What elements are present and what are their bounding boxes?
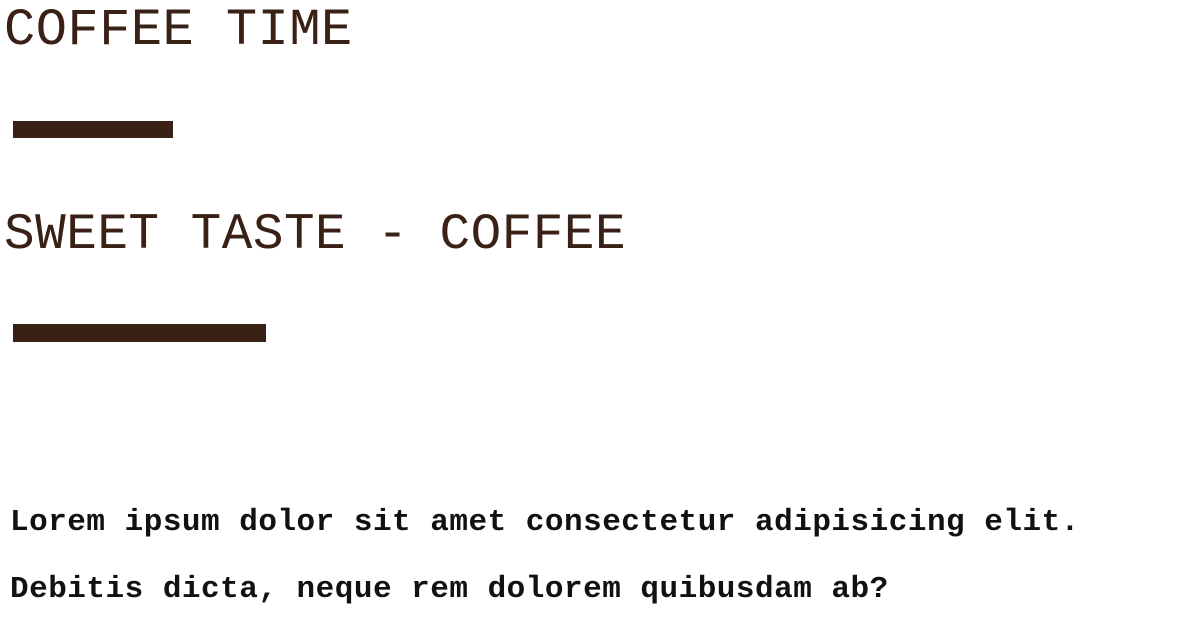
title-divider-bar <box>13 121 173 138</box>
page-title: COFFEE TIME <box>4 1 353 60</box>
subtitle-divider-bar <box>13 324 266 342</box>
description-text: Lorem ipsum dolor sit amet consectetur a… <box>10 505 1080 607</box>
page-subtitle: SWEET TASTE - COFFEE <box>4 207 627 264</box>
hero-section: COFFEE TIME SWEET TASTE - COFFEE Lorem i… <box>0 0 1181 615</box>
